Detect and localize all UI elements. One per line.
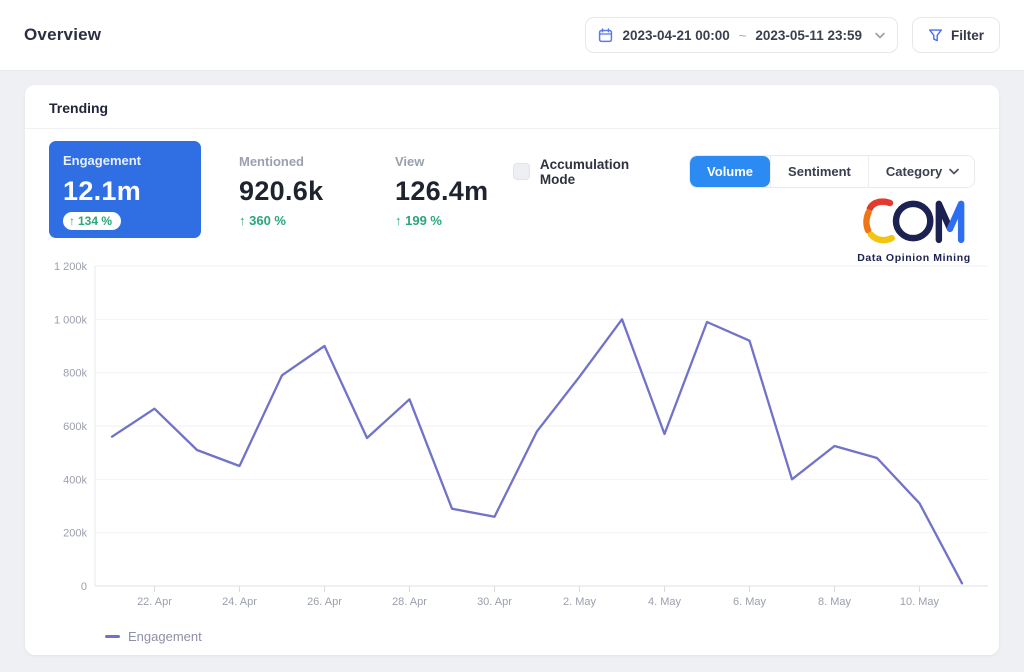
dom-logo: DOM Data Opinion Mining <box>853 197 975 264</box>
x-axis-label: 28. Apr <box>392 596 427 608</box>
page-title: Overview <box>24 25 102 44</box>
trending-card: Trending Engagement 12.1m ↑ 134 % Mentio… <box>25 85 999 655</box>
trend-chart-svg: 1 200k 1 000k 800k 600k 400k 200k 0 22. Apr 24. … <box>54 261 988 608</box>
arrow-up-icon: ↑ <box>395 213 402 228</box>
y-axis-label: 400k <box>63 474 87 486</box>
accumulation-label: Accumulation Mode <box>539 156 630 187</box>
y-axis-label: 600k <box>63 421 87 433</box>
x-axis-label: 24. Apr <box>222 596 257 608</box>
metric-label: Mentioned <box>239 154 304 169</box>
metric-tab-view[interactable]: View 126.4m ↑ 199 % <box>395 141 513 238</box>
filter-button-label: Filter <box>950 27 984 43</box>
trending-card-header: Trending <box>25 85 999 129</box>
tab-volume[interactable]: Volume <box>690 156 771 187</box>
metric-change: ↑ 199 % <box>395 213 442 228</box>
trend-chart: 1 200k 1 000k 800k 600k 400k 200k 0 22. Apr 24. … <box>25 256 999 613</box>
y-axis-label: 1 000k <box>54 314 88 326</box>
date-range-start: 2023-04-21 00:00 <box>622 27 730 43</box>
tab-sentiment[interactable]: Sentiment <box>770 156 868 187</box>
legend-label: Engagement <box>128 629 202 644</box>
x-axis-label: 30. Apr <box>477 596 512 608</box>
metric-tab-engagement[interactable]: Engagement 12.1m ↑ 134 % <box>49 141 201 238</box>
trending-title: Trending <box>49 100 109 116</box>
chart-legend[interactable]: Engagement <box>105 629 999 644</box>
accumulation-mode-toggle[interactable]: Accumulation Mode <box>513 157 667 187</box>
y-axis-label: 1 200k <box>54 261 88 273</box>
filter-funnel-icon <box>928 28 943 43</box>
view-mode-tabs: Volume Sentiment Category <box>689 155 975 188</box>
x-axis-label: 4. May <box>648 596 682 608</box>
metric-label: View <box>395 154 425 169</box>
filter-button[interactable]: Filter <box>911 17 1000 53</box>
metric-change-badge: ↑ 134 % <box>63 212 122 230</box>
metric-tabs: Engagement 12.1m ↑ 134 % Mentioned 920.6… <box>49 141 513 238</box>
x-axis-label: 22. Apr <box>137 596 172 608</box>
date-range-separator: ~ <box>738 27 747 43</box>
x-axis-label: 8. May <box>818 596 852 608</box>
topbar: Overview 2023-04-21 00:00 ~ 2023-05-11 2… <box>0 0 1024 70</box>
y-axis-label: 0 <box>81 581 87 593</box>
date-range-picker[interactable]: 2023-04-21 00:00 ~ 2023-05-11 23:59 <box>585 17 898 53</box>
accumulation-checkbox[interactable] <box>513 163 530 180</box>
arrow-up-icon: ↑ <box>69 214 75 228</box>
arrow-up-icon: ↑ <box>239 213 246 228</box>
x-axis-label: 26. Apr <box>307 596 342 608</box>
topbar-actions: 2023-04-21 00:00 ~ 2023-05-11 23:59 Filt… <box>585 17 1000 53</box>
y-axis-label: 200k <box>63 528 87 540</box>
chart-option-controls: Accumulation Mode Volume Sentiment Categ… <box>513 141 975 188</box>
x-axis-label: 10. May <box>900 596 940 608</box>
tab-category[interactable]: Category <box>867 156 975 187</box>
chevron-down-icon <box>949 168 960 175</box>
metric-tab-mentioned[interactable]: Mentioned 920.6k ↑ 360 % <box>239 141 357 238</box>
metric-change: 134 % <box>78 214 113 228</box>
logo-subtitle: Data Opinion Mining <box>857 252 971 264</box>
dom-logo-glyphs <box>863 198 965 244</box>
metric-value: 12.1m <box>63 176 142 206</box>
metric-change: ↑ 360 % <box>239 213 286 228</box>
chevron-down-icon <box>875 32 885 39</box>
date-range-end: 2023-05-11 23:59 <box>755 27 862 43</box>
metric-value: 920.6k <box>239 176 324 206</box>
x-axis-label: 2. May <box>563 596 597 608</box>
calendar-icon <box>598 27 613 43</box>
engagement-line[interactable] <box>110 318 964 585</box>
y-axis-label: 800k <box>63 368 87 380</box>
x-axis-label: 6. May <box>733 596 767 608</box>
metric-label: Engagement <box>63 153 142 168</box>
metric-value: 126.4m <box>395 176 489 206</box>
legend-line-swatch <box>105 635 120 638</box>
